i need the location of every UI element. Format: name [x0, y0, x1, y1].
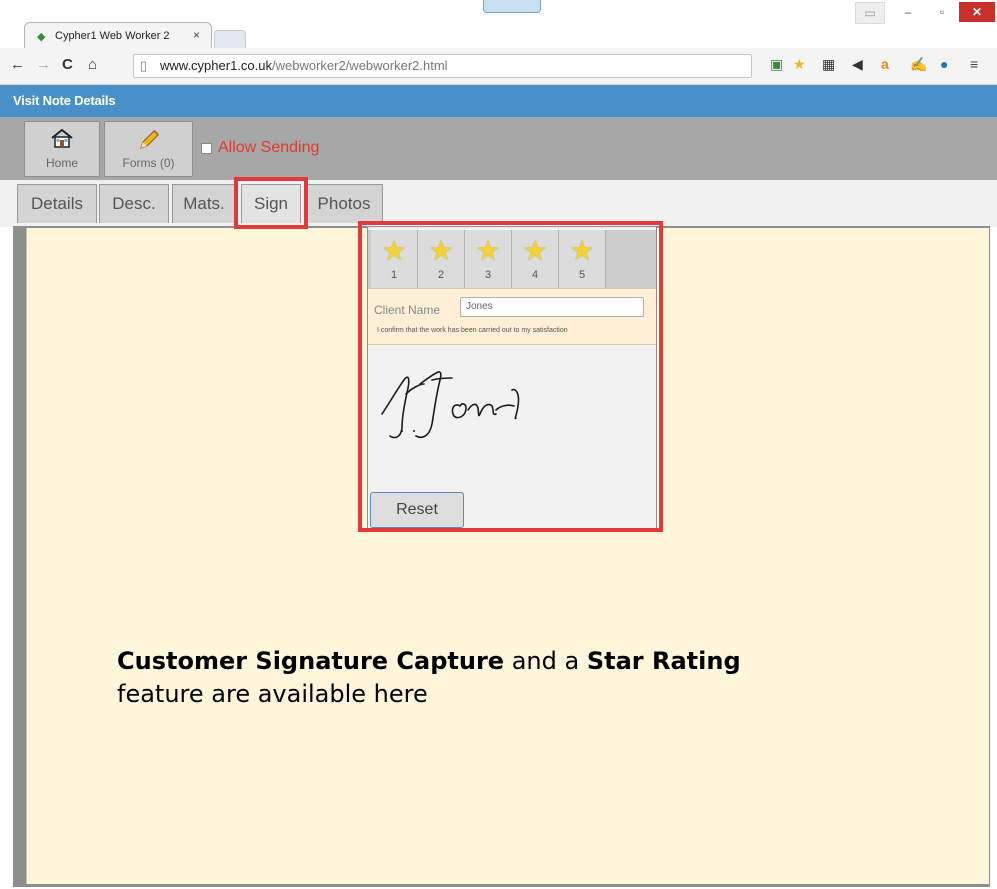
forms-button[interactable]: Forms (0)	[104, 121, 193, 177]
new-tab-button[interactable]	[214, 30, 246, 49]
tab-photos[interactable]: Photos	[305, 184, 383, 223]
caption-bold-rating: Star Rating	[586, 647, 741, 675]
reload-icon[interactable]: C	[62, 56, 73, 73]
tab-details[interactable]: Details	[17, 184, 97, 223]
site-favicon-icon: ◆	[37, 31, 46, 43]
pencil-icon	[105, 128, 192, 158]
app-toolbar: Home Forms (0) Allow Sending	[0, 117, 997, 180]
browser-tab[interactable]: ◆ Cypher1 Web Worker 2 ×	[24, 22, 212, 49]
bookmark-star-icon[interactable]: ★	[793, 56, 806, 73]
profile-icon[interactable]: ▭	[855, 2, 885, 24]
home-button-label: Home	[45, 156, 78, 170]
feature-caption: Customer Signature Capture and a Star Ra…	[117, 645, 757, 711]
menu-icon[interactable]: ≡	[970, 56, 978, 72]
url-text: www.cypher1.co.uk/webworker2/webworker2.…	[160, 58, 448, 73]
tab-details-label: Details	[31, 194, 83, 213]
window-controls: ▭ – ▫ ✕	[855, 2, 995, 24]
sign-tab-highlight	[234, 177, 308, 229]
browser-title-bar: ◆ Cypher1 Web Worker 2 × ▭ – ▫ ✕	[0, 0, 997, 49]
caption-text-2: feature are available here	[117, 680, 428, 708]
extension-image-icon[interactable]: ▣	[770, 56, 783, 73]
extension-user-icon[interactable]: ●	[940, 56, 948, 72]
page-title: Visit Note Details	[13, 93, 116, 108]
extension-arrow-icon[interactable]: ◀	[852, 56, 863, 73]
minimize-button[interactable]: –	[891, 2, 925, 22]
app-header: Visit Note Details	[0, 85, 997, 117]
allow-sending-checkbox[interactable]	[201, 142, 212, 154]
browser-tab-title: Cypher1 Web Worker 2	[55, 30, 170, 42]
allow-sending-label: Allow Sending	[218, 139, 320, 156]
tab-close-icon[interactable]: ×	[193, 28, 200, 42]
tab-desc[interactable]: Desc.	[99, 184, 169, 223]
tab-desc-label: Desc.	[112, 194, 156, 213]
tab-mats[interactable]: Mats.	[172, 184, 236, 223]
close-window-button[interactable]: ✕	[959, 2, 995, 22]
forward-arrow-icon[interactable]: →	[36, 56, 51, 73]
browser-navbar: ← → C ⌂ ▯ www.cypher1.co.uk/webworker2/w…	[0, 48, 997, 85]
maximize-button[interactable]: ▫	[925, 2, 959, 22]
page-icon: ▯	[140, 58, 148, 73]
allow-sending-toggle[interactable]: Allow Sending	[201, 139, 319, 157]
sign-panel-highlight	[358, 221, 663, 532]
extension-grid-icon[interactable]: ▦	[822, 56, 835, 73]
caption-text-1: and a	[504, 647, 587, 675]
page-tabs: Details Desc. Mats. Sign Photos	[0, 180, 997, 227]
window-drag-handle[interactable]	[483, 0, 541, 13]
extension-sign-icon[interactable]: ✍	[910, 56, 927, 73]
address-bar[interactable]: ▯ www.cypher1.co.uk/webworker2/webworker…	[133, 54, 752, 78]
home-button[interactable]: Home	[24, 121, 100, 177]
caption-bold-signature: Customer Signature Capture	[117, 647, 505, 675]
tab-mats-label: Mats.	[183, 194, 225, 213]
house-icon	[25, 128, 99, 154]
tab-photos-label: Photos	[317, 194, 371, 213]
back-arrow-icon[interactable]: ←	[10, 56, 25, 73]
home-icon[interactable]: ⌂	[88, 56, 97, 73]
forms-button-label: Forms (0)	[122, 156, 175, 170]
amazon-icon[interactable]: a	[881, 56, 889, 72]
